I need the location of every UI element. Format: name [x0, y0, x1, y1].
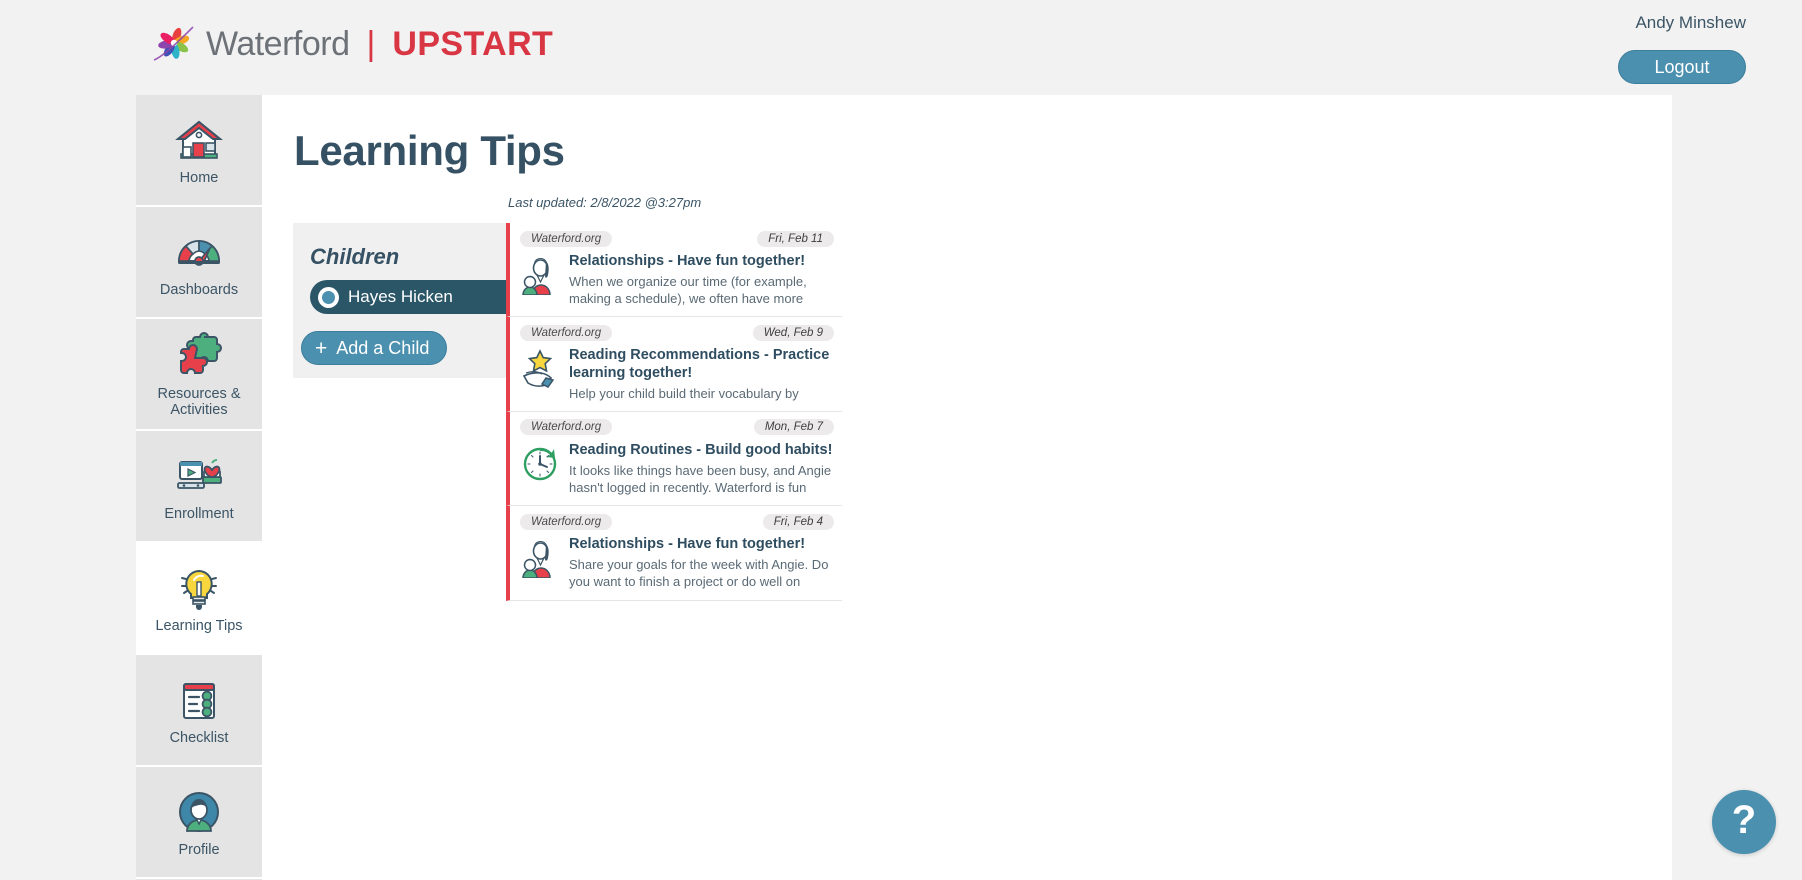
- brand-logo[interactable]: Waterford | UPSTART: [152, 22, 553, 66]
- app-header: Waterford | UPSTART Andy Minshew Logout: [0, 0, 1802, 95]
- sidebar-item-label: Home: [179, 169, 219, 186]
- help-button[interactable]: ?: [1712, 790, 1776, 854]
- last-updated-label: Last updated: 2/8/2022 @3:27pm: [508, 195, 702, 210]
- radio-selected-icon: [318, 286, 339, 308]
- tip-card[interactable]: Waterford.org Wed, Feb 9 Reading Recomme…: [506, 317, 842, 412]
- tip-date-badge: Wed, Feb 9: [752, 324, 834, 341]
- tip-source-badge: Waterford.org: [520, 419, 613, 436]
- tip-snippet: Share your goals for the week with Angie…: [569, 557, 829, 590]
- sidebar-item-learning-tips[interactable]: Learning Tips: [136, 543, 262, 655]
- tip-card-body: Relationships - Have fun together! Share…: [520, 534, 834, 590]
- brand-upstart-text: UPSTART: [392, 24, 554, 63]
- tip-title: Relationships - Have fun together!: [569, 253, 806, 269]
- parent-child-icon: [520, 534, 560, 590]
- waterford-starburst-icon: [152, 22, 196, 66]
- tip-card-meta: Waterford.org Fri, Feb 4: [520, 513, 834, 530]
- tip-source-badge: Waterford.org: [520, 324, 613, 341]
- sidebar-item-profile[interactable]: Profile: [136, 767, 262, 879]
- clock-icon: [520, 440, 560, 496]
- sidebar-item-checklist[interactable]: Checklist: [136, 655, 262, 767]
- tip-date-badge: Mon, Feb 7: [753, 419, 834, 436]
- sidebar-item-label: Profile: [178, 841, 220, 858]
- sidebar-item-label: Checklist: [169, 729, 229, 746]
- tip-snippet: When we organize our time (for example, …: [569, 274, 807, 307]
- learning-tips-list: Last updated: 2/8/2022 @3:27pm Waterford…: [506, 195, 842, 601]
- tip-card[interactable]: Waterford.org Mon, Feb 7 Reading Routine…: [506, 411, 842, 507]
- add-a-child-label: Add a Child: [336, 337, 430, 358]
- tip-card-body: Relationships - Have fun together! When …: [520, 251, 834, 307]
- tip-card-meta: Waterford.org Wed, Feb 9: [520, 324, 834, 341]
- gauge-icon: [173, 226, 225, 278]
- avatar-icon: [173, 786, 225, 838]
- sidebar-item-enrollment[interactable]: Enrollment: [136, 431, 262, 543]
- lightbulb-icon: [173, 562, 225, 614]
- tip-date-badge: Fri, Feb 11: [757, 230, 834, 247]
- tip-card-meta: Waterford.org Mon, Feb 7: [520, 419, 834, 436]
- tip-card-meta: Waterford.org Fri, Feb 11: [520, 230, 834, 247]
- tip-snippet: Help your child build their vocabulary b…: [569, 385, 799, 401]
- parent-child-icon: [520, 251, 560, 307]
- tip-title: Reading Routines - Build good habits!: [569, 441, 833, 458]
- clipboard-check-icon: [173, 674, 225, 726]
- children-heading: Children: [310, 244, 400, 269]
- hand-star-icon: [520, 345, 560, 401]
- add-a-child-button[interactable]: + Add a Child: [301, 331, 448, 365]
- tip-card-body: Reading Recommendations - Practice learn…: [520, 345, 834, 401]
- tip-source-badge: Waterford.org: [520, 230, 613, 247]
- page-title: Learning Tips: [294, 127, 565, 174]
- tip-card-body: Reading Routines - Build good habits! It…: [520, 440, 834, 496]
- plus-icon: +: [315, 336, 328, 360]
- brand-divider: |: [366, 24, 376, 63]
- tip-card[interactable]: Waterford.org Fri, Feb 11 Relationships …: [506, 223, 842, 318]
- question-mark-icon: ?: [1731, 798, 1757, 842]
- tip-title: Reading Recommendations - Practice learn…: [569, 347, 830, 381]
- main-content: Learning Tips Children Hayes Hicken + Ad…: [262, 95, 1672, 880]
- app-root: Waterford | UPSTART Andy Minshew Logout …: [0, 0, 1802, 880]
- tip-snippet: It looks like things have been busy, and…: [569, 462, 832, 496]
- sidebar-item-dashboards[interactable]: Dashboards: [136, 207, 262, 319]
- desk-apple-icon: [173, 450, 225, 502]
- tip-source-badge: Waterford.org: [520, 513, 613, 530]
- house-icon: [173, 114, 225, 166]
- puzzle-icon: [173, 330, 225, 382]
- sidebar-item-label: Resources & Activities: [157, 385, 241, 418]
- tip-card[interactable]: Waterford.org Fri, Feb 4 Relationships -…: [506, 506, 842, 601]
- user-name-label: Andy Minshew: [1635, 13, 1746, 32]
- sidebar-item-label: Learning Tips: [155, 617, 243, 634]
- tip-date-badge: Fri, Feb 4: [762, 513, 834, 530]
- tip-title: Relationships - Have fun together!: [569, 536, 806, 553]
- sidebar-item-home[interactable]: Home: [136, 95, 262, 207]
- child-selector-hayes-hicken[interactable]: Hayes Hicken: [310, 280, 525, 314]
- sidebar-nav: Home Dashboards Resources & Activities E…: [136, 95, 262, 880]
- child-name-label: Hayes Hicken: [348, 287, 453, 306]
- sidebar-item-label: Dashboards: [159, 281, 239, 298]
- sidebar-item-resources-activities[interactable]: Resources & Activities: [136, 319, 262, 431]
- brand-waterford-text: Waterford: [206, 24, 350, 63]
- logout-button[interactable]: Logout: [1618, 50, 1746, 84]
- sidebar-item-label: Enrollment: [164, 505, 234, 522]
